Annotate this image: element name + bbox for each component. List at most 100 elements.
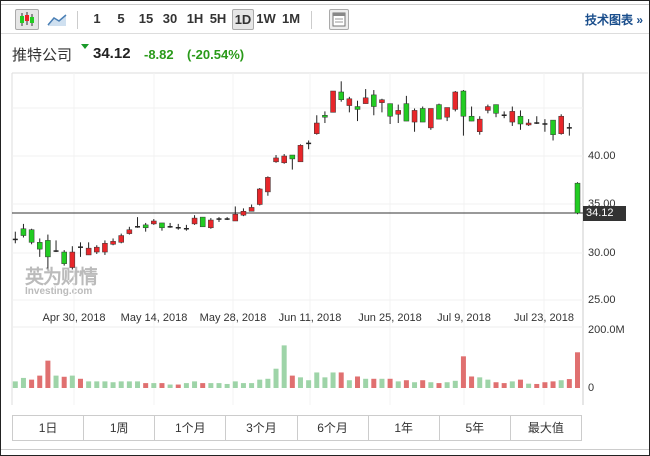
- volume-bar: [159, 383, 165, 388]
- candle-body: [94, 246, 100, 253]
- price-chart[interactable]: [0, 0, 650, 456]
- candle-body: [20, 228, 27, 236]
- volume-bar: [550, 381, 556, 388]
- candle-body: [371, 94, 377, 107]
- volume-bar: [444, 382, 450, 388]
- volume-bar: [306, 380, 312, 388]
- candle-body: [297, 145, 304, 163]
- range-3m[interactable]: 3个月: [226, 416, 298, 440]
- candle-body: [265, 177, 271, 193]
- volume-bar: [387, 378, 393, 388]
- candle-body: [476, 118, 483, 132]
- volume-bar: [94, 381, 100, 388]
- volume-bar: [167, 384, 173, 388]
- range-1w[interactable]: 1周: [84, 416, 156, 440]
- volume-bar: [526, 383, 532, 388]
- volume-bar: [403, 380, 409, 388]
- range-5y[interactable]: 5年: [440, 416, 511, 440]
- range-1d[interactable]: 1日: [13, 416, 85, 440]
- volume-label: 200.0M: [588, 324, 625, 336]
- date-label: Jul 23, 2018: [514, 312, 574, 324]
- candle-body: [362, 97, 369, 104]
- candle-body: [493, 104, 499, 114]
- volume-bar: [86, 381, 92, 388]
- date-label: Apr 30, 2018: [42, 312, 106, 324]
- volume-bar: [257, 379, 263, 388]
- candle-body: [191, 217, 198, 225]
- volume-bar: [371, 378, 377, 388]
- candle-body: [208, 219, 214, 229]
- volume-bar: [420, 380, 426, 388]
- volume-bar: [469, 376, 475, 388]
- date-label: Jul 9, 2018: [437, 312, 491, 324]
- volume-bar: [452, 380, 458, 388]
- volume-bar: [69, 375, 75, 388]
- price-label: 40.00: [588, 150, 616, 162]
- candle-body: [468, 115, 475, 122]
- volume-bar: [493, 382, 499, 388]
- volume-bar: [118, 381, 124, 388]
- candle-body: [199, 216, 206, 228]
- volume-bar: [183, 383, 189, 388]
- volume-bar: [355, 376, 361, 388]
- volume-bar: [338, 372, 344, 388]
- date-label: May 28, 2018: [199, 312, 267, 324]
- volume-bar: [102, 381, 108, 388]
- volume-bar: [61, 376, 67, 388]
- candle-body: [69, 251, 76, 268]
- candle-body: [346, 98, 353, 106]
- volume-bar: [363, 378, 369, 388]
- volume-bar: [12, 381, 18, 388]
- candle-body: [550, 119, 556, 135]
- volume-bar: [330, 372, 336, 388]
- candle-body: [126, 229, 133, 234]
- candle-body: [118, 235, 124, 243]
- range-6m[interactable]: 6个月: [298, 416, 369, 440]
- candle-body: [411, 110, 418, 123]
- volume-label: 0: [588, 382, 595, 394]
- volume-bar: [477, 377, 483, 388]
- date-label: Jun 11, 2018: [278, 312, 342, 324]
- volume-bar: [297, 377, 303, 388]
- candle-body: [395, 110, 401, 115]
- volume-bar: [379, 378, 385, 388]
- candle-body: [428, 108, 434, 129]
- candle-body: [436, 104, 442, 120]
- volume-bar: [126, 381, 132, 388]
- candle-body: [273, 157, 279, 163]
- volume-bar: [395, 381, 401, 388]
- candle-body: [354, 106, 361, 110]
- range-1y[interactable]: 1年: [369, 416, 440, 440]
- volume-bar: [192, 381, 198, 388]
- volume-bar: [509, 381, 515, 388]
- volume-bar: [37, 375, 43, 388]
- candle-body: [574, 182, 581, 214]
- candle-body: [452, 91, 459, 110]
- candle-body: [517, 115, 524, 125]
- candle-body: [248, 207, 255, 212]
- candle-body: [159, 222, 165, 229]
- candle-body: [289, 154, 296, 160]
- volume-bar: [273, 368, 279, 388]
- volume-bar: [216, 383, 222, 388]
- range-max[interactable]: 最大值: [511, 416, 581, 440]
- volume-bar: [517, 379, 523, 388]
- price-label: 30.00: [588, 247, 616, 259]
- volume-bar: [281, 345, 287, 388]
- price-label: 25.00: [588, 294, 616, 306]
- candle-body: [36, 242, 43, 250]
- candle-body: [330, 90, 336, 113]
- volume-bar: [45, 360, 51, 388]
- volume-bar: [322, 377, 328, 388]
- volume-bar: [151, 383, 157, 388]
- date-label: May 14, 2018: [120, 312, 188, 324]
- volume-bar: [289, 375, 295, 388]
- volume-bar: [110, 382, 116, 388]
- volume-bar: [575, 352, 580, 388]
- volume-bar: [29, 379, 35, 388]
- time-range-selector: 1日 1周 1个月 3个月 6个月 1年 5年 最大值: [12, 415, 582, 441]
- candle-body: [558, 115, 564, 134]
- candle-body: [314, 122, 320, 134]
- volume-bar: [314, 372, 320, 388]
- range-1m[interactable]: 1个月: [155, 416, 227, 440]
